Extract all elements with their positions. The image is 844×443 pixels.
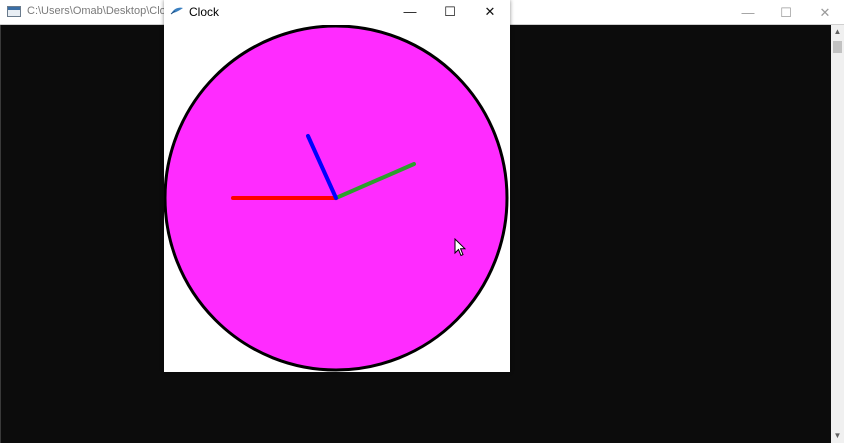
feather-icon <box>170 7 183 15</box>
clock-maximize-button[interactable]: ☐ <box>430 0 470 25</box>
clock-minimize-button[interactable]: — <box>390 0 430 25</box>
scroll-down-arrow-icon[interactable]: ▼ <box>831 429 844 443</box>
scroll-up-arrow-icon[interactable]: ▲ <box>831 25 844 39</box>
scrollbar-thumb[interactable] <box>833 41 842 53</box>
console-close-button[interactable]: ✕ <box>803 0 844 25</box>
console-maximize-button[interactable]: ☐ <box>764 0 808 25</box>
console-app-icon <box>7 6 21 17</box>
clock-window: Clock — ☐ ✕ <box>164 0 510 372</box>
mouse-cursor-icon <box>454 238 466 257</box>
clock-canvas <box>164 25 509 372</box>
clock-close-button[interactable]: ✕ <box>470 0 510 25</box>
clock-titlebar[interactable]: Clock — ☐ ✕ <box>164 0 510 25</box>
clock-window-title: Clock <box>189 5 220 19</box>
console-vertical-scrollbar[interactable]: ▲ ▼ <box>831 25 844 443</box>
console-window-title: C:\Users\Omab\Desktop\Clock <box>27 5 165 17</box>
